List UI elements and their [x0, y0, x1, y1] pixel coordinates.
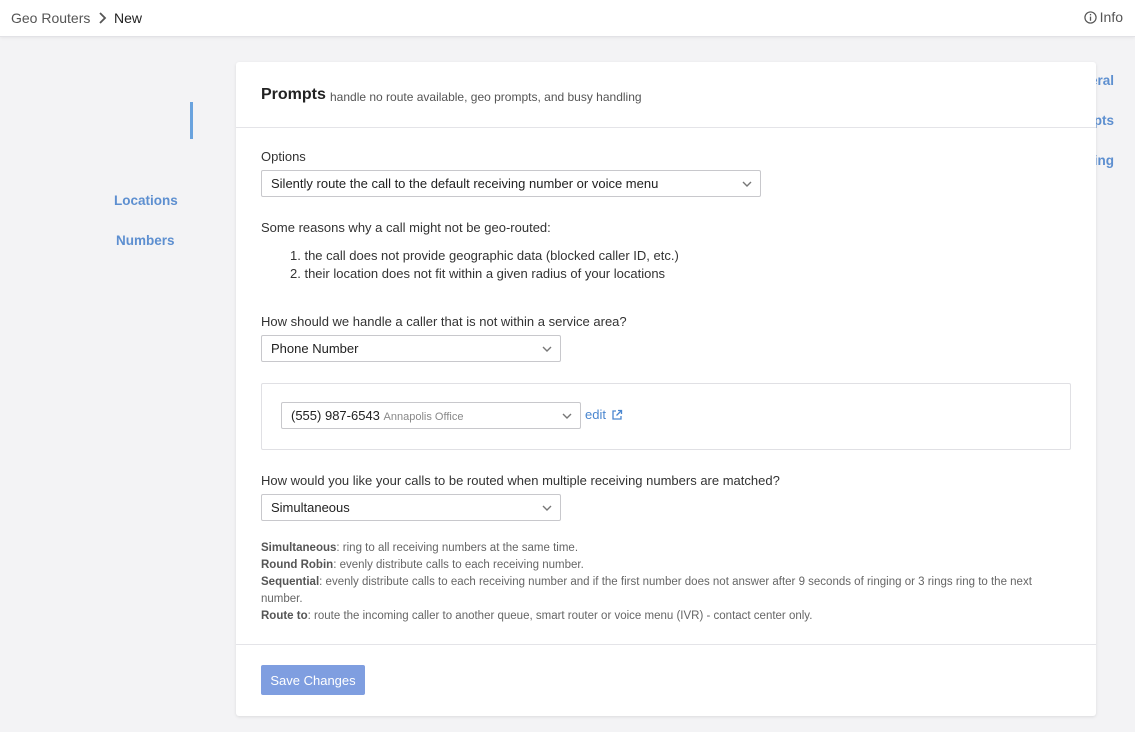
breadcrumb-geo-routers[interactable]: Geo Routers	[11, 10, 90, 26]
chevron-right-icon	[99, 12, 107, 24]
options-selected-value: Silently route the call to the default r…	[271, 176, 659, 191]
help-simultaneous: Simultaneous: ring to all receiving numb…	[261, 542, 579, 554]
reasons-intro: Some reasons why a call might not be geo…	[261, 220, 551, 235]
sidebar-item-numbers[interactable]: Numbers	[116, 233, 175, 248]
page-title: Prompts	[261, 86, 326, 103]
service-area-selected-value: Phone Number	[271, 341, 359, 356]
options-select[interactable]: Silently route the call to the default r…	[261, 170, 761, 197]
routing-selected-value: Simultaneous	[271, 500, 350, 515]
phone-location: Annapolis Office	[383, 411, 464, 423]
help-sequential: Sequential: evenly distribute calls to e…	[261, 576, 1032, 605]
help-round-robin: Round Robin: evenly distribute calls to …	[261, 559, 584, 571]
phone-number-select[interactable]: (555) 987-6543 Annapolis Office	[281, 402, 581, 429]
sidebar-item-locations[interactable]: Locations	[114, 193, 178, 208]
help-route-to: Route to: route the incoming caller to a…	[261, 610, 813, 622]
divider	[236, 644, 1096, 645]
info-button[interactable]: Info	[1083, 9, 1123, 25]
edit-label: edit	[585, 407, 606, 422]
prompts-card: Prompts handle no route available, geo p…	[236, 62, 1096, 716]
info-label: Info	[1099, 9, 1123, 25]
external-link-icon	[612, 409, 623, 420]
breadcrumb-current: New	[114, 10, 143, 26]
top-bar: Geo Routers New Info	[0, 0, 1135, 37]
save-changes-button[interactable]: Save Changes	[261, 665, 365, 695]
routing-label: How would you like your calls to be rout…	[261, 473, 780, 488]
info-icon	[1083, 10, 1097, 24]
phone-number-panel: (555) 987-6543 Annapolis Office edit	[261, 383, 1071, 450]
edit-phone-link[interactable]: edit	[585, 407, 623, 422]
page-subtitle: handle no route available, geo prompts, …	[330, 90, 642, 104]
phone-number: (555) 987-6543	[291, 408, 380, 423]
service-area-label: How should we handle a caller that is no…	[261, 314, 627, 329]
chevron-down-icon	[542, 505, 552, 511]
reasons-list: 1. the call does not provide geographic …	[290, 247, 679, 283]
list-item: 1. the call does not provide geographic …	[290, 248, 679, 263]
routing-select[interactable]: Simultaneous	[261, 494, 561, 521]
chevron-down-icon	[562, 413, 572, 419]
chevron-down-icon	[542, 346, 552, 352]
options-label: Options	[261, 149, 306, 164]
routing-help-text: Simultaneous: ring to all receiving numb…	[261, 540, 1071, 625]
service-area-select[interactable]: Phone Number	[261, 335, 561, 362]
chevron-down-icon	[742, 181, 752, 187]
card-header: Prompts handle no route available, geo p…	[236, 62, 1096, 128]
list-item: 2. their location does not fit within a …	[290, 266, 666, 281]
phone-number-selected-value: (555) 987-6543 Annapolis Office	[291, 408, 463, 423]
active-nav-indicator	[190, 102, 193, 139]
